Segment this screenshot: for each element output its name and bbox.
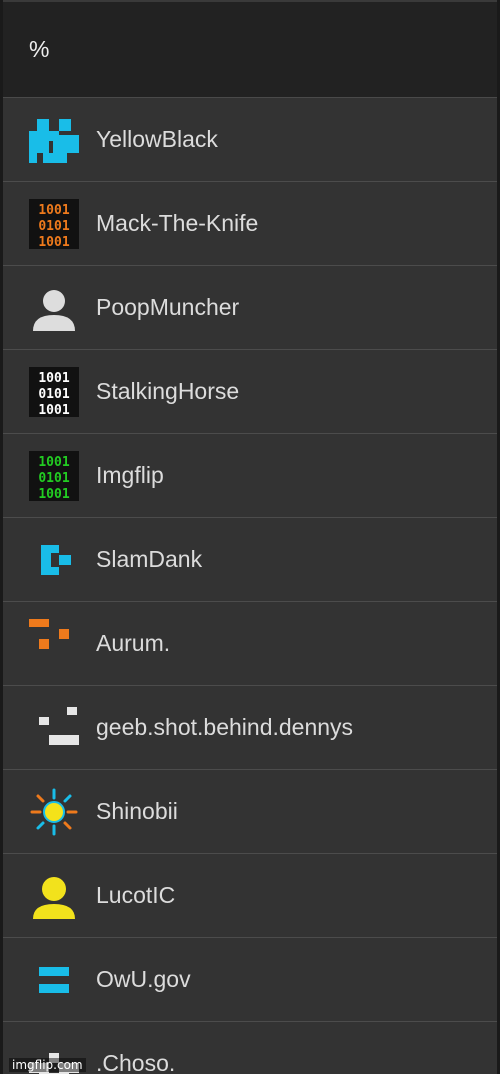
username-label: Aurum.	[96, 630, 171, 656]
list-item[interactable]: PoopMuncher	[3, 266, 497, 350]
svg-text:1001: 1001	[38, 487, 69, 501]
search-query-text: %	[29, 36, 50, 62]
yellow-user-silhouette-icon	[33, 876, 75, 919]
username-label: Mack-The-Knife	[96, 210, 259, 236]
svg-text:1001: 1001	[38, 455, 69, 470]
username-label: YellowBlack	[96, 126, 218, 152]
svg-text:0101: 0101	[38, 471, 69, 486]
list-item[interactable]: LucotIC	[3, 854, 497, 938]
orange-pixel-identicon-icon	[29, 618, 69, 649]
username-label: StalkingHorse	[96, 378, 240, 404]
default-user-silhouette-icon	[33, 289, 75, 331]
svg-text:1001: 1001	[38, 203, 69, 218]
imgflip-watermark: imgflip.com	[9, 1058, 86, 1072]
list-item[interactable]: 1001 0101 1001 Mack-The-Knife	[3, 182, 497, 266]
cyan-bracket-identicon-icon	[41, 544, 71, 575]
username-label: Imgflip	[96, 462, 164, 488]
user-search-panel: % YellowBlack 1001 0101 1001 Mack-The-Kn…	[0, 0, 500, 1074]
user-results-list: YellowBlack 1001 0101 1001 Mack-The-Knif…	[3, 98, 497, 1074]
svg-text:1001: 1001	[38, 371, 69, 386]
list-item[interactable]: 1001 0101 1001 Imgflip	[3, 434, 497, 518]
svg-text:1001: 1001	[38, 235, 69, 249]
orange-binary-identicon-icon: 1001 0101 1001	[29, 198, 79, 249]
green-binary-identicon-icon: 1001 0101 1001	[29, 450, 79, 501]
svg-text:1001: 1001	[38, 403, 69, 417]
username-label: geeb.shot.behind.dennys	[96, 714, 354, 740]
username-label: PoopMuncher	[96, 294, 240, 320]
white-face-identicon-icon	[39, 706, 79, 745]
svg-text:0101: 0101	[38, 219, 69, 234]
sun-burst-icon	[30, 788, 78, 835]
username-label: SlamDank	[96, 546, 203, 572]
list-item[interactable]: 1001 0101 1001 StalkingHorse	[3, 350, 497, 434]
search-input[interactable]: %	[3, 0, 497, 98]
username-label: .Choso.	[96, 1050, 176, 1074]
svg-text:0101: 0101	[38, 387, 69, 402]
username-label: LucotIC	[96, 882, 176, 908]
list-item[interactable]: SlamDank	[3, 518, 497, 602]
cyan-blocky-identicon-icon	[29, 118, 79, 163]
cyan-equals-identicon-icon	[39, 966, 69, 993]
username-label: Shinobii	[96, 798, 178, 824]
white-binary-identicon-icon: 1001 0101 1001	[29, 366, 79, 417]
list-item[interactable]: geeb.shot.behind.dennys	[3, 686, 497, 770]
list-item[interactable]: Aurum.	[3, 602, 497, 686]
username-label: OwU.gov	[96, 966, 191, 992]
list-item[interactable]: Shinobii	[3, 770, 497, 854]
list-item[interactable]: YellowBlack	[3, 98, 497, 182]
list-item[interactable]: OwU.gov	[3, 938, 497, 1022]
